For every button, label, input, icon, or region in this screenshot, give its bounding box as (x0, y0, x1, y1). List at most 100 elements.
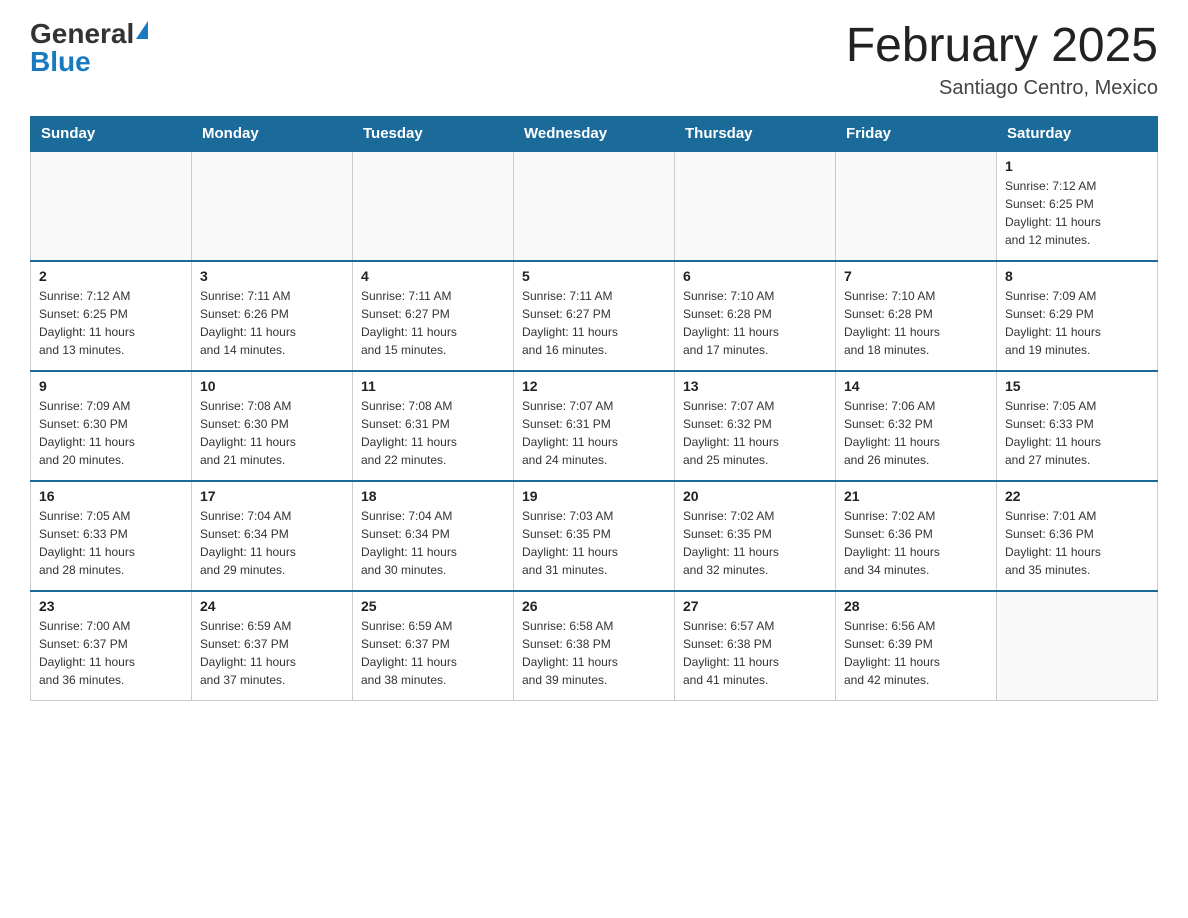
day-number: 3 (200, 268, 344, 284)
day-info: Sunrise: 7:12 AM Sunset: 6:25 PM Dayligh… (39, 287, 183, 359)
page-header: General Blue February 2025 Santiago Cent… (30, 20, 1158, 100)
day-number: 4 (361, 268, 505, 284)
week-row-2: 2Sunrise: 7:12 AM Sunset: 6:25 PM Daylig… (31, 261, 1158, 371)
week-row-4: 16 Sunrise: 7:05 AM Sunset: 6:33 PM Dayli… (31, 481, 1158, 591)
day-info: Sunrise: 6:59 AM Sunset: 6:37 PM Dayligh… (361, 617, 505, 689)
day-info: Sunrise: 7:05 AM Sunset: 6:33 PM Dayligh… (1005, 397, 1149, 469)
calendar-title: February 2025 (846, 20, 1158, 73)
logo: General Blue (30, 20, 148, 76)
day-cell: 1 Sunrise: 7:12 AM Sunset: 6:25 PM Daylig… (997, 151, 1158, 261)
day-cell: 4 Sunrise: 7:11 AM Sunset: 6:27 PM Daylig… (353, 261, 514, 371)
day-info: Sunrise: 7:07 AM Sunset: 6:31 PM Dayligh… (522, 397, 666, 469)
day-info: Sunrise: 7:03 AM Sunset: 6:35 PM Dayligh… (522, 507, 666, 579)
day-info: Sunrise: 7:10 AM Sunset: 6:28 PM Dayligh… (683, 287, 827, 359)
logo-general-text: General (30, 20, 134, 48)
day-cell: 3 Sunrise: 7:11 AM Sunset: 6:26 PM Daylig… (192, 261, 353, 371)
day-number: 8 (1005, 268, 1149, 284)
day-cell: 18 Sunrise: 7:04 AM Sunset: 6:34 PM Dayli… (353, 481, 514, 591)
day-cell: 28 Sunrise: 6:56 AM Sunset: 6:39 PM Dayli… (836, 591, 997, 701)
day-cell: 2Sunrise: 7:12 AM Sunset: 6:25 PM Daylig… (31, 261, 192, 371)
day-cell (836, 151, 997, 261)
day-cell (997, 591, 1158, 701)
day-number: 5 (522, 268, 666, 284)
day-cell: 23 Sunrise: 7:00 AM Sunset: 6:37 PM Dayli… (31, 591, 192, 701)
day-info: Sunrise: 7:02 AM Sunset: 6:35 PM Dayligh… (683, 507, 827, 579)
day-cell: 6Sunrise: 7:10 AM Sunset: 6:28 PM Daylig… (675, 261, 836, 371)
day-cell (31, 151, 192, 261)
day-number: 20 (683, 488, 827, 504)
week-row-1: 1 Sunrise: 7:12 AM Sunset: 6:25 PM Daylig… (31, 151, 1158, 261)
day-cell: 20 Sunrise: 7:02 AM Sunset: 6:35 PM Dayli… (675, 481, 836, 591)
day-cell: 24Sunrise: 6:59 AM Sunset: 6:37 PM Dayli… (192, 591, 353, 701)
day-number: 23 (39, 598, 183, 614)
day-info: Sunrise: 6:58 AM Sunset: 6:38 PM Dayligh… (522, 617, 666, 689)
day-cell: 12 Sunrise: 7:07 AM Sunset: 6:31 PM Dayli… (514, 371, 675, 481)
day-cell: 26 Sunrise: 6:58 AM Sunset: 6:38 PM Dayli… (514, 591, 675, 701)
logo-triangle-icon (136, 21, 148, 39)
title-block: February 2025 Santiago Centro, Mexico (846, 20, 1158, 100)
calendar-subtitle: Santiago Centro, Mexico (846, 77, 1158, 100)
day-number: 26 (522, 598, 666, 614)
day-info: Sunrise: 7:02 AM Sunset: 6:36 PM Dayligh… (844, 507, 988, 579)
header-monday: Monday (192, 116, 353, 151)
day-info: Sunrise: 7:11 AM Sunset: 6:26 PM Dayligh… (200, 287, 344, 359)
day-cell (353, 151, 514, 261)
logo-blue-text: Blue (30, 48, 91, 76)
day-info: Sunrise: 7:01 AM Sunset: 6:36 PM Dayligh… (1005, 507, 1149, 579)
header-sunday: Sunday (31, 116, 192, 151)
day-cell: 17 Sunrise: 7:04 AM Sunset: 6:34 PM Dayli… (192, 481, 353, 591)
day-number: 13 (683, 378, 827, 394)
day-number: 25 (361, 598, 505, 614)
day-number: 7 (844, 268, 988, 284)
day-number: 17 (200, 488, 344, 504)
day-info: Sunrise: 7:08 AM Sunset: 6:31 PM Dayligh… (361, 397, 505, 469)
day-number: 11 (361, 378, 505, 394)
day-number: 22 (1005, 488, 1149, 504)
day-cell: 16 Sunrise: 7:05 AM Sunset: 6:33 PM Dayli… (31, 481, 192, 591)
day-cell (514, 151, 675, 261)
day-number: 12 (522, 378, 666, 394)
day-info: Sunrise: 7:09 AM Sunset: 6:29 PM Dayligh… (1005, 287, 1149, 359)
day-info: Sunrise: 7:09 AM Sunset: 6:30 PM Dayligh… (39, 397, 183, 469)
day-number: 28 (844, 598, 988, 614)
week-row-5: 23 Sunrise: 7:00 AM Sunset: 6:37 PM Dayli… (31, 591, 1158, 701)
day-cell: 10 Sunrise: 7:08 AM Sunset: 6:30 PM Dayli… (192, 371, 353, 481)
day-number: 21 (844, 488, 988, 504)
day-cell: 14 Sunrise: 7:06 AM Sunset: 6:32 PM Dayli… (836, 371, 997, 481)
day-info: Sunrise: 7:06 AM Sunset: 6:32 PM Dayligh… (844, 397, 988, 469)
header-row: SundayMondayTuesdayWednesdayThursdayFrid… (31, 116, 1158, 151)
day-info: Sunrise: 7:05 AM Sunset: 6:33 PM Dayligh… (39, 507, 183, 579)
header-friday: Friday (836, 116, 997, 151)
day-info: Sunrise: 7:11 AM Sunset: 6:27 PM Dayligh… (361, 287, 505, 359)
day-info: Sunrise: 7:11 AM Sunset: 6:27 PM Dayligh… (522, 287, 666, 359)
day-info: Sunrise: 7:04 AM Sunset: 6:34 PM Dayligh… (361, 507, 505, 579)
day-cell: 15 Sunrise: 7:05 AM Sunset: 6:33 PM Dayli… (997, 371, 1158, 481)
day-number: 18 (361, 488, 505, 504)
header-thursday: Thursday (675, 116, 836, 151)
day-cell: 21 Sunrise: 7:02 AM Sunset: 6:36 PM Dayli… (836, 481, 997, 591)
calendar-table: SundayMondayTuesdayWednesdayThursdayFrid… (30, 116, 1158, 702)
day-cell: 25 Sunrise: 6:59 AM Sunset: 6:37 PM Dayli… (353, 591, 514, 701)
day-number: 16 (39, 488, 183, 504)
day-cell: 27 Sunrise: 6:57 AM Sunset: 6:38 PM Dayli… (675, 591, 836, 701)
day-number: 27 (683, 598, 827, 614)
day-number: 9 (39, 378, 183, 394)
header-saturday: Saturday (997, 116, 1158, 151)
day-info: Sunrise: 7:07 AM Sunset: 6:32 PM Dayligh… (683, 397, 827, 469)
day-number: 14 (844, 378, 988, 394)
day-number: 15 (1005, 378, 1149, 394)
day-cell: 11 Sunrise: 7:08 AM Sunset: 6:31 PM Dayli… (353, 371, 514, 481)
day-info: Sunrise: 6:56 AM Sunset: 6:39 PM Dayligh… (844, 617, 988, 689)
day-info: Sunrise: 6:57 AM Sunset: 6:38 PM Dayligh… (683, 617, 827, 689)
day-cell: 13 Sunrise: 7:07 AM Sunset: 6:32 PM Dayli… (675, 371, 836, 481)
day-number: 1 (1005, 158, 1149, 174)
day-cell: 22 Sunrise: 7:01 AM Sunset: 6:36 PM Dayli… (997, 481, 1158, 591)
day-info: Sunrise: 7:00 AM Sunset: 6:37 PM Dayligh… (39, 617, 183, 689)
header-tuesday: Tuesday (353, 116, 514, 151)
day-info: Sunrise: 7:04 AM Sunset: 6:34 PM Dayligh… (200, 507, 344, 579)
day-number: 24 (200, 598, 344, 614)
day-cell: 7Sunrise: 7:10 AM Sunset: 6:28 PM Daylig… (836, 261, 997, 371)
day-info: Sunrise: 7:12 AM Sunset: 6:25 PM Dayligh… (1005, 177, 1149, 249)
day-info: Sunrise: 7:08 AM Sunset: 6:30 PM Dayligh… (200, 397, 344, 469)
day-number: 10 (200, 378, 344, 394)
